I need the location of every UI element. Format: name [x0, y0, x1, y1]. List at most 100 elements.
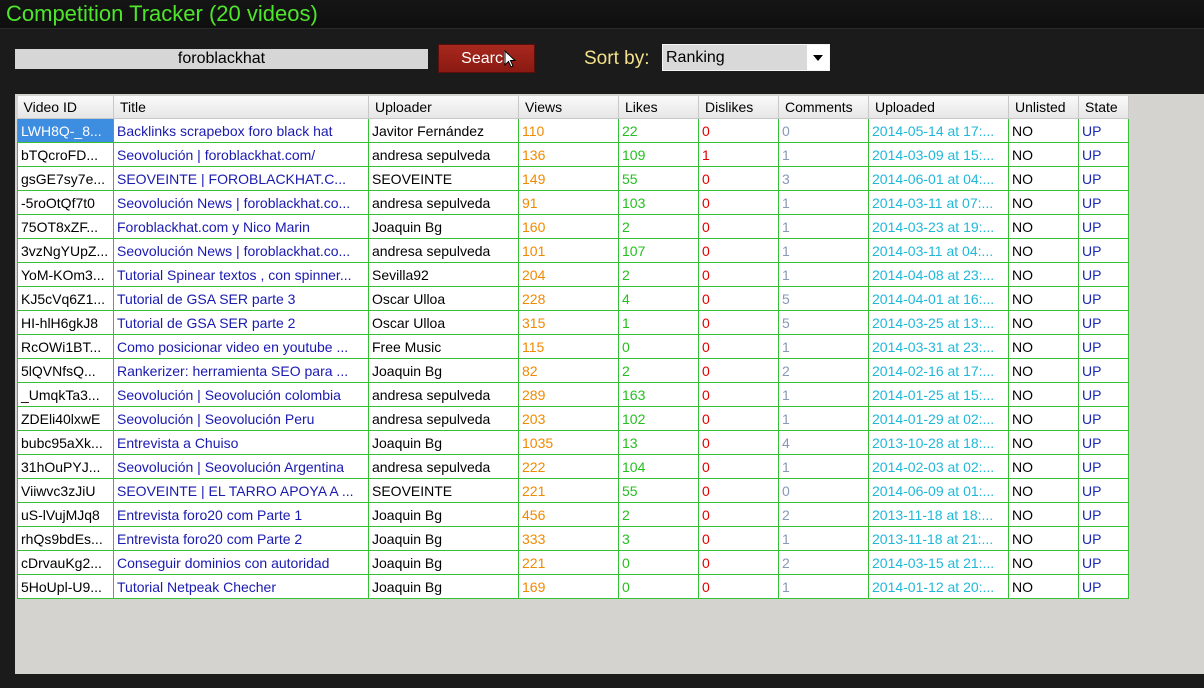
- cell-dislikes[interactable]: 0: [698, 478, 779, 503]
- cell-uploader[interactable]: Free Music: [368, 334, 519, 359]
- table-row[interactable]: -5roOtQf7t0 Seovolución News | foroblackh…: [17, 190, 1129, 215]
- cell-comments[interactable]: 0: [778, 118, 869, 143]
- cell-uploaded[interactable]: 2014-03-11 at 07:...: [868, 190, 1009, 215]
- cell-views[interactable]: 203: [518, 406, 619, 431]
- cell-unlisted[interactable]: NO: [1008, 382, 1079, 407]
- cell-views[interactable]: 110: [518, 118, 619, 143]
- cell-comments[interactable]: 1: [778, 190, 869, 215]
- cell-unlisted[interactable]: NO: [1008, 286, 1079, 311]
- cell-uploader[interactable]: Oscar Ulloa: [368, 286, 519, 311]
- cell-unlisted[interactable]: NO: [1008, 142, 1079, 167]
- cell-likes[interactable]: 107: [618, 238, 699, 263]
- cell-dislikes[interactable]: 0: [698, 214, 779, 239]
- cell-uploaded[interactable]: 2013-11-18 at 21:...: [868, 526, 1009, 551]
- cell-likes[interactable]: 2: [618, 502, 699, 527]
- cell-uploader[interactable]: Oscar Ulloa: [368, 310, 519, 335]
- cell-video-id[interactable]: ZDEli40lxwE: [17, 406, 114, 431]
- cell-video-id[interactable]: KJ5cVq6Z1...: [17, 286, 114, 311]
- column-header-video-id[interactable]: Video ID: [17, 96, 114, 119]
- cell-likes[interactable]: 55: [618, 166, 699, 191]
- cell-likes[interactable]: 0: [618, 334, 699, 359]
- cell-video-id[interactable]: 5HoUpl-U9...: [17, 574, 114, 599]
- cell-video-id[interactable]: HI-hlH6gkJ8: [17, 310, 114, 335]
- cell-uploaded[interactable]: 2014-06-09 at 01:...: [868, 478, 1009, 503]
- cell-uploaded[interactable]: 2014-03-23 at 19:...: [868, 214, 1009, 239]
- cell-dislikes[interactable]: 0: [698, 574, 779, 599]
- table-row[interactable]: RcOWi1BT... Como posicionar video en yout…: [17, 334, 1129, 359]
- cell-comments[interactable]: 3: [778, 166, 869, 191]
- cell-uploader[interactable]: andresa sepulveda: [368, 190, 519, 215]
- table-row[interactable]: bTQcroFD... Seovolución | foroblackhat.co…: [17, 142, 1129, 167]
- cell-video-id[interactable]: 3vzNgYUpZ...: [17, 238, 114, 263]
- cell-uploader[interactable]: Joaquin Bg: [368, 214, 519, 239]
- cell-dislikes[interactable]: 0: [698, 238, 779, 263]
- cell-views[interactable]: 101: [518, 238, 619, 263]
- cell-title[interactable]: Seovolución News | foroblackhat.co...: [113, 190, 369, 215]
- cell-likes[interactable]: 109: [618, 142, 699, 167]
- cell-title[interactable]: Rankerizer: herramienta SEO para ...: [113, 358, 369, 383]
- cell-uploaded[interactable]: 2014-03-31 at 23:...: [868, 334, 1009, 359]
- table-row[interactable]: gsGE7sy7e... SEOVEINTE | FOROBLACKHAT.C..…: [17, 166, 1129, 191]
- cell-views[interactable]: 1035: [518, 430, 619, 455]
- cell-comments[interactable]: 1: [778, 334, 869, 359]
- cell-uploader[interactable]: Joaquin Bg: [368, 358, 519, 383]
- column-header-dislikes[interactable]: Dislikes: [698, 96, 779, 119]
- cell-uploaded[interactable]: 2014-03-11 at 04:...: [868, 238, 1009, 263]
- cell-views[interactable]: 289: [518, 382, 619, 407]
- column-header-views[interactable]: Views: [518, 96, 619, 119]
- cell-likes[interactable]: 2: [618, 358, 699, 383]
- cell-views[interactable]: 221: [518, 550, 619, 575]
- cell-uploaded[interactable]: 2014-04-08 at 23:...: [868, 262, 1009, 287]
- cell-likes[interactable]: 102: [618, 406, 699, 431]
- cell-unlisted[interactable]: NO: [1008, 454, 1079, 479]
- cell-likes[interactable]: 22: [618, 118, 699, 143]
- cell-views[interactable]: 136: [518, 142, 619, 167]
- column-header-likes[interactable]: Likes: [618, 96, 699, 119]
- cell-title[interactable]: Entrevista foro20 com Parte 2: [113, 526, 369, 551]
- cell-views[interactable]: 115: [518, 334, 619, 359]
- cell-views[interactable]: 315: [518, 310, 619, 335]
- cell-views[interactable]: 169: [518, 574, 619, 599]
- cell-state[interactable]: UP: [1078, 262, 1129, 287]
- cell-state[interactable]: UP: [1078, 550, 1129, 575]
- table-row[interactable]: bubc95aXk... Entrevista a Chuiso Joaquin B…: [17, 430, 1129, 455]
- cell-uploader[interactable]: andresa sepulveda: [368, 454, 519, 479]
- column-header-uploaded[interactable]: Uploaded: [868, 96, 1009, 119]
- cell-state[interactable]: UP: [1078, 406, 1129, 431]
- cell-uploaded[interactable]: 2014-03-25 at 13:...: [868, 310, 1009, 335]
- cell-dislikes[interactable]: 1: [698, 142, 779, 167]
- search-button[interactable]: Search: [438, 44, 535, 73]
- cell-uploaded[interactable]: 2014-03-09 at 15:...: [868, 142, 1009, 167]
- cell-uploader[interactable]: SEOVEINTE: [368, 478, 519, 503]
- cell-comments[interactable]: 1: [778, 526, 869, 551]
- cell-uploaded[interactable]: 2014-05-14 at 17:...: [868, 118, 1009, 143]
- cell-title[interactable]: Tutorial de GSA SER parte 2: [113, 310, 369, 335]
- cell-dislikes[interactable]: 0: [698, 286, 779, 311]
- table-row[interactable]: cDrvauKg2... Conseguir dominios con autor…: [17, 550, 1129, 575]
- cell-likes[interactable]: 1: [618, 310, 699, 335]
- table-row[interactable]: 3vzNgYUpZ... Seovolución News | foroblack…: [17, 238, 1129, 263]
- cell-likes[interactable]: 3: [618, 526, 699, 551]
- cell-title[interactable]: Entrevista foro20 com Parte 1: [113, 502, 369, 527]
- cell-state[interactable]: UP: [1078, 166, 1129, 191]
- cell-video-id[interactable]: 31hOuPYJ...: [17, 454, 114, 479]
- cell-uploader[interactable]: andresa sepulveda: [368, 406, 519, 431]
- table-row[interactable]: 5HoUpl-U9... Tutorial Netpeak Checher Joaq…: [17, 574, 1129, 599]
- cell-views[interactable]: 222: [518, 454, 619, 479]
- cell-unlisted[interactable]: NO: [1008, 118, 1079, 143]
- cell-unlisted[interactable]: NO: [1008, 526, 1079, 551]
- cell-comments[interactable]: 1: [778, 262, 869, 287]
- table-row[interactable]: 5lQVNfsQ... Rankerizer: herramienta SEO p…: [17, 358, 1129, 383]
- table-row[interactable]: YoM-KOm3... Tutorial Spinear textos , con…: [17, 262, 1129, 287]
- cell-comments[interactable]: 1: [778, 454, 869, 479]
- cell-video-id[interactable]: cDrvauKg2...: [17, 550, 114, 575]
- cell-unlisted[interactable]: NO: [1008, 574, 1079, 599]
- cell-title[interactable]: Seovolución | Seovolución Peru: [113, 406, 369, 431]
- cell-unlisted[interactable]: NO: [1008, 166, 1079, 191]
- cell-video-id[interactable]: RcOWi1BT...: [17, 334, 114, 359]
- cell-uploaded[interactable]: 2014-06-01 at 04:...: [868, 166, 1009, 191]
- cell-state[interactable]: UP: [1078, 142, 1129, 167]
- cell-uploader[interactable]: Joaquin Bg: [368, 502, 519, 527]
- cell-state[interactable]: UP: [1078, 430, 1129, 455]
- cell-state[interactable]: UP: [1078, 334, 1129, 359]
